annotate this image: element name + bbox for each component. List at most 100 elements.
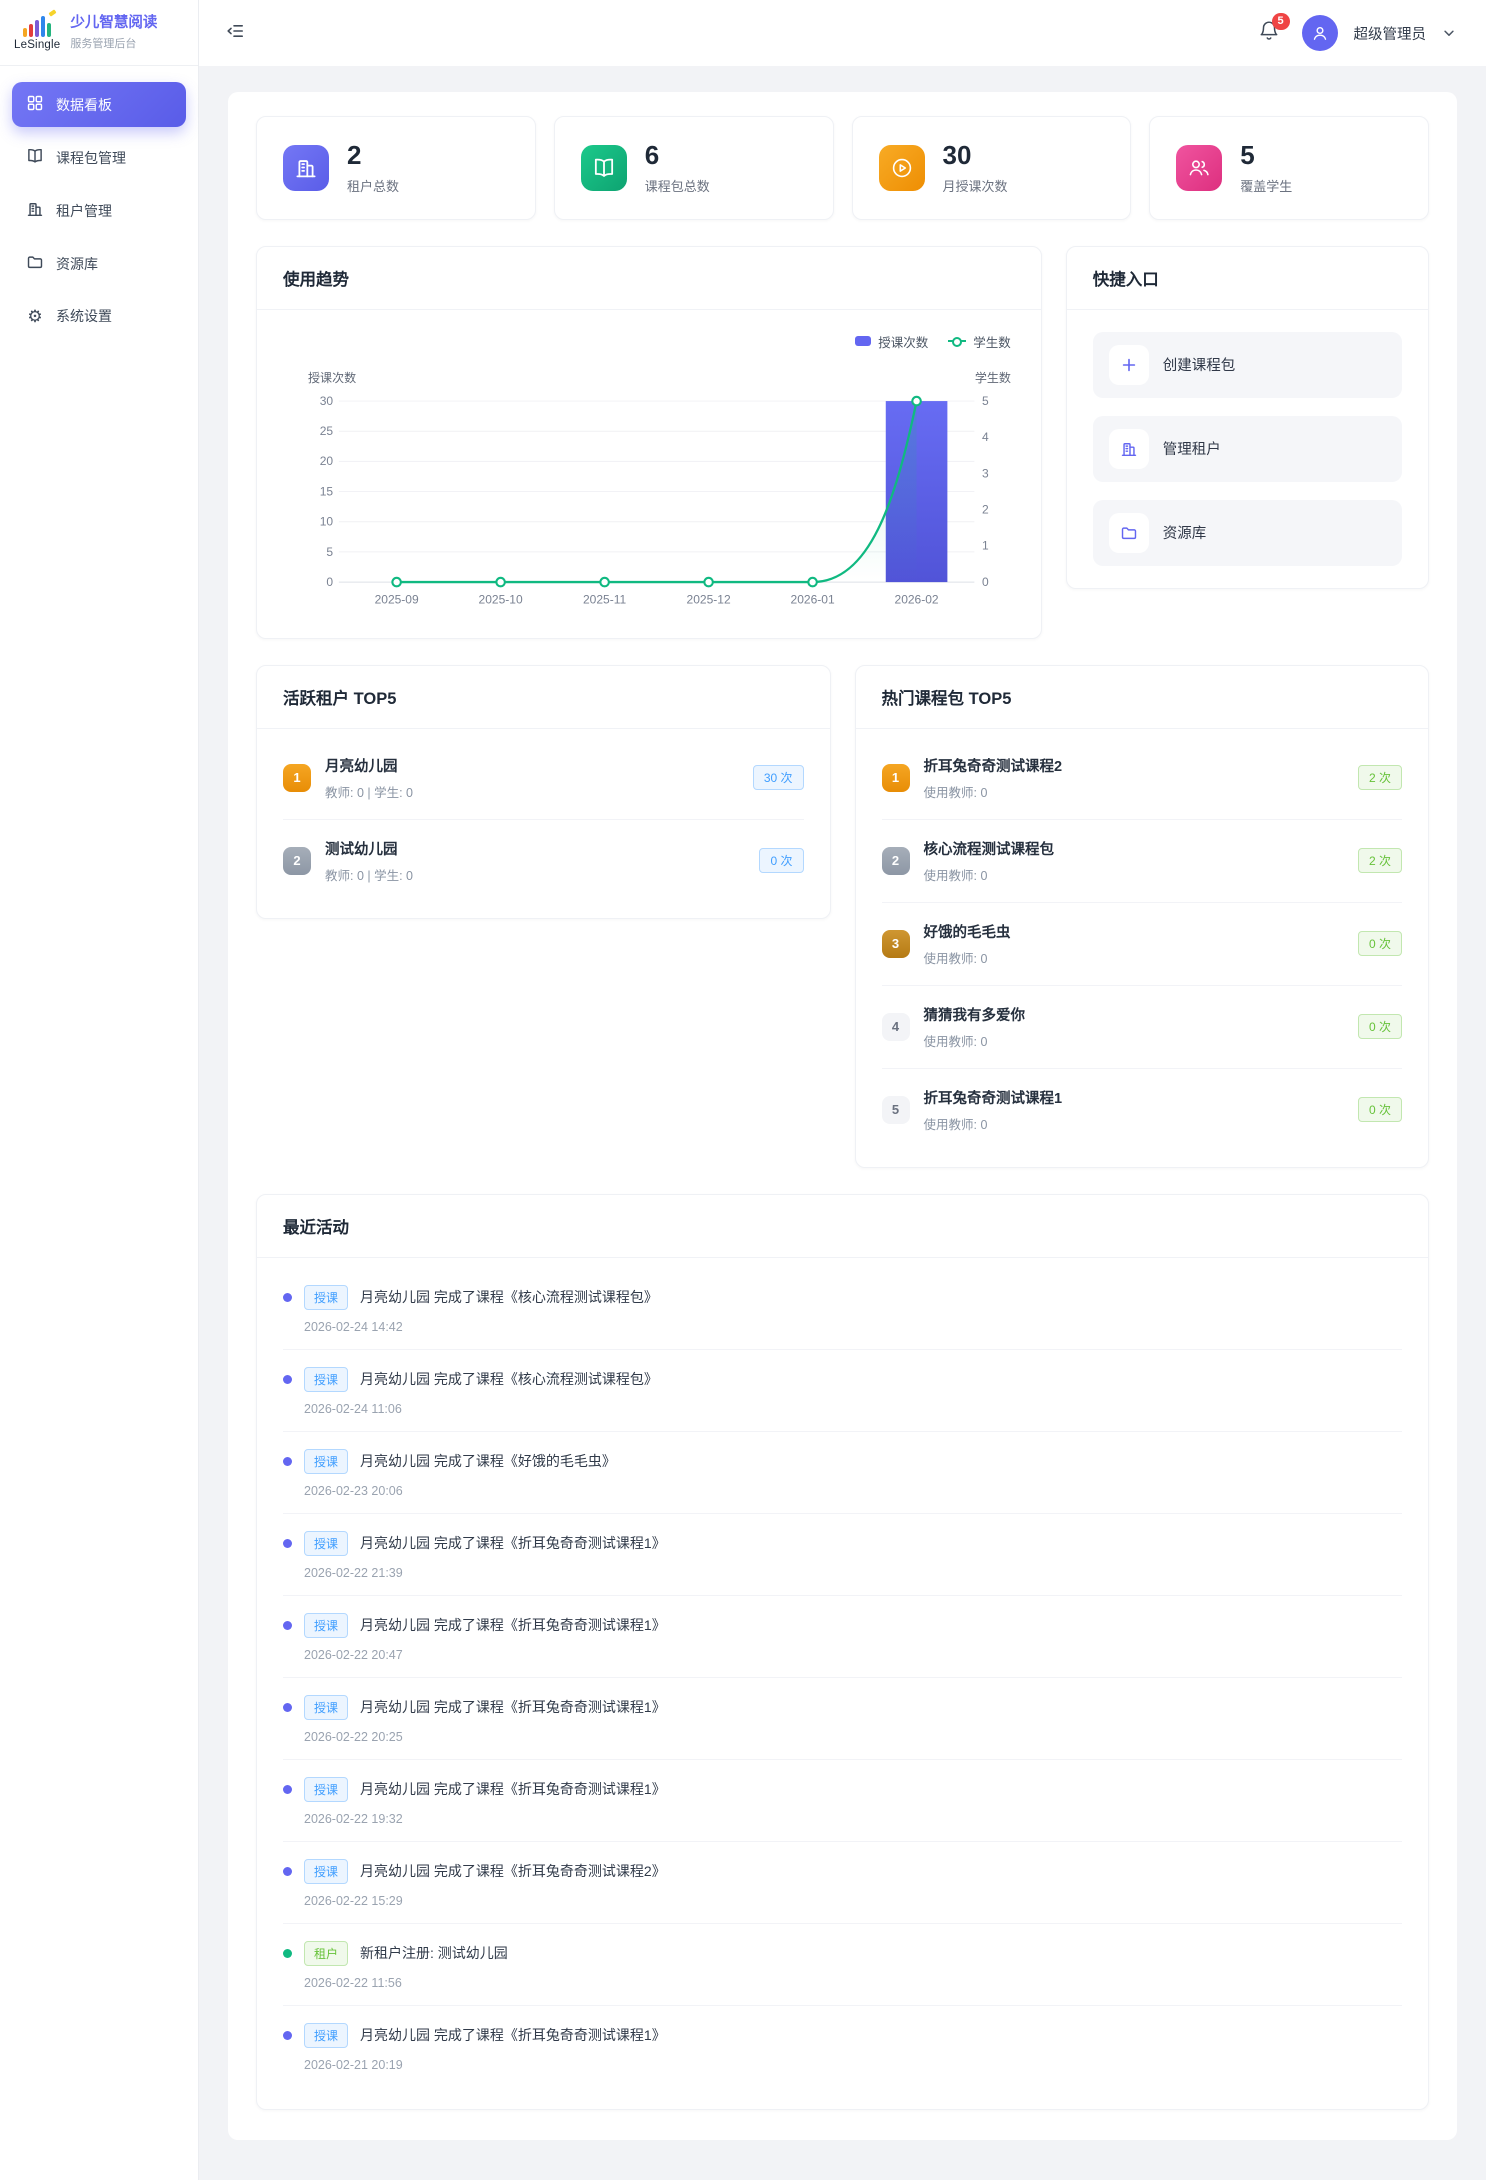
tenant-rank-row[interactable]: 2 测试幼儿园 教师: 0 | 学生: 0 0 次 — [283, 820, 804, 902]
activity-dot — [283, 1703, 292, 1712]
activity-item[interactable]: 租户 新租户注册: 测试幼儿园 2026-02-22 11:56 — [283, 1924, 1402, 2006]
activity-item[interactable]: 授课 月亮幼儿园 完成了课程《折耳兔奇奇测试课程1》 2026-02-21 20… — [283, 2006, 1402, 2087]
svg-text:25: 25 — [320, 424, 334, 438]
tenants-stat-icon — [283, 145, 329, 191]
brand-logo-icon: LeSingle — [14, 15, 60, 51]
svg-text:1: 1 — [982, 538, 989, 552]
activity-item[interactable]: 授课 月亮幼儿园 完成了课程《好饿的毛毛虫》 2026-02-23 20:06 — [283, 1432, 1402, 1514]
line-legend-swatch — [948, 336, 966, 346]
top5-row: 活跃租户 TOP5 1 月亮幼儿园 教师: 0 | 学生: 0 30 次 — [256, 665, 1429, 1168]
activity-time: 2026-02-22 15:29 — [304, 1894, 1402, 1908]
user-menu-toggle[interactable] — [1442, 26, 1456, 40]
activity-time: 2026-02-23 20:06 — [304, 1484, 1402, 1498]
activity-text: 月亮幼儿园 完成了课程《折耳兔奇奇测试课程1》 — [360, 2025, 666, 2045]
svg-text:2025-09: 2025-09 — [375, 592, 419, 606]
svg-text:15: 15 — [320, 484, 334, 498]
activity-text: 月亮幼儿园 完成了课程《折耳兔奇奇测试课程1》 — [360, 1615, 666, 1635]
notification-badge: 5 — [1272, 13, 1290, 30]
sidebar-item-settings[interactable]: ⚙ 系统设置 — [12, 294, 186, 338]
tenant-rank-row[interactable]: 1 月亮幼儿园 教师: 0 | 学生: 0 30 次 — [283, 737, 804, 820]
activity-dot — [283, 1375, 292, 1384]
gear-icon: ⚙ — [26, 308, 44, 325]
quick-item-resources[interactable]: 资源库 — [1093, 500, 1402, 566]
activity-tag: 租户 — [304, 1941, 348, 1966]
package-name: 核心流程测试课程包 — [924, 838, 1344, 859]
book-stat-icon — [581, 145, 627, 191]
tenant-meta: 教师: 0 | 学生: 0 — [325, 782, 739, 801]
chart-legend: 授课次数 学生数 — [283, 324, 1015, 351]
svg-text:20: 20 — [320, 454, 334, 468]
quick-item-create-package[interactable]: 创建课程包 — [1093, 332, 1402, 398]
activity-text: 月亮幼儿园 完成了课程《折耳兔奇奇测试课程2》 — [360, 1861, 666, 1881]
stat-card-students: 5 覆盖学生 — [1149, 116, 1429, 220]
activity-item[interactable]: 授课 月亮幼儿园 完成了课程《折耳兔奇奇测试课程1》 2026-02-22 19… — [283, 1760, 1402, 1842]
usage-count-badge: 2 次 — [1358, 848, 1402, 873]
sidebar-menu: 数据看板 课程包管理 租户管理 资源库 ⚙ 系统设置 — [0, 66, 198, 362]
legend-item-lessons[interactable]: 授课次数 — [855, 332, 928, 351]
package-meta: 使用教师: 0 — [924, 782, 1344, 801]
activity-text: 月亮幼儿园 完成了课程《折耳兔奇奇测试课程1》 — [360, 1697, 666, 1717]
notification-bell[interactable]: 5 — [1258, 20, 1280, 47]
svg-text:2026-02: 2026-02 — [895, 592, 939, 606]
activity-dot — [283, 2031, 292, 2040]
package-rank-row[interactable]: 5 折耳兔奇奇测试课程1 使用教师: 0 0 次 — [882, 1069, 1403, 1151]
svg-text:0: 0 — [982, 575, 989, 589]
sidebar-item-dashboard[interactable]: 数据看板 — [12, 82, 186, 127]
quick-item-manage-tenants[interactable]: 管理租户 — [1093, 416, 1402, 482]
activity-time: 2026-02-22 21:39 — [304, 1566, 1402, 1580]
activity-text: 月亮幼儿园 完成了课程《折耳兔奇奇测试课程1》 — [360, 1779, 666, 1799]
legend-item-students[interactable]: 学生数 — [948, 332, 1011, 351]
sidebar-item-label: 系统设置 — [56, 306, 112, 326]
svg-text:0: 0 — [326, 575, 333, 589]
usage-count-badge: 0 次 — [1358, 931, 1402, 956]
sidebar: LeSingle 少儿智慧阅读 服务管理后台 数据看板 课程包管理 租户管理 — [0, 0, 199, 2180]
recent-activity-title: 最近活动 — [257, 1195, 1428, 1258]
activity-time: 2026-02-22 11:56 — [304, 1976, 1402, 1990]
svg-text:4: 4 — [982, 430, 989, 444]
top-header: 5 超级管理员 — [199, 0, 1486, 66]
app-root: LeSingle 少儿智慧阅读 服务管理后台 数据看板 课程包管理 租户管理 — [0, 0, 1486, 2180]
stat-card-monthly-lessons: 30 月授课次数 — [852, 116, 1132, 220]
activity-dot — [283, 1293, 292, 1302]
activity-time: 2026-02-21 20:19 — [304, 2058, 1402, 2072]
package-rank-row[interactable]: 1 折耳兔奇奇测试课程2 使用教师: 0 2 次 — [882, 737, 1403, 820]
stat-label: 覆盖学生 — [1240, 176, 1292, 195]
building-icon — [26, 200, 44, 221]
stat-value: 6 — [645, 141, 710, 170]
activity-dot — [283, 1867, 292, 1876]
package-rank-row[interactable]: 4 猜猜我有多爱你 使用教师: 0 0 次 — [882, 986, 1403, 1069]
package-rank-row[interactable]: 3 好饿的毛毛虫 使用教师: 0 0 次 — [882, 903, 1403, 986]
activity-time: 2026-02-22 19:32 — [304, 1812, 1402, 1826]
tenant-name: 测试幼儿园 — [325, 838, 745, 859]
main-column: 5 超级管理员 — [199, 0, 1486, 2180]
rank-badge: 3 — [882, 930, 910, 958]
stat-value: 5 — [1240, 141, 1292, 170]
activity-item[interactable]: 授课 月亮幼儿园 完成了课程《折耳兔奇奇测试课程1》 2026-02-22 21… — [283, 1514, 1402, 1596]
package-rank-row[interactable]: 2 核心流程测试课程包 使用教师: 0 2 次 — [882, 820, 1403, 903]
logo: LeSingle 少儿智慧阅读 服务管理后台 — [0, 0, 198, 66]
rank-badge: 4 — [882, 1013, 910, 1041]
activity-item[interactable]: 授课 月亮幼儿园 完成了课程《折耳兔奇奇测试课程2》 2026-02-22 15… — [283, 1842, 1402, 1924]
activity-tag: 授课 — [304, 1859, 348, 1884]
app-title: 少儿智慧阅读 — [70, 14, 157, 32]
activity-tag: 授课 — [304, 2023, 348, 2048]
rank-badge: 2 — [882, 847, 910, 875]
sidebar-collapse-button[interactable] — [225, 21, 245, 46]
sidebar-item-resources[interactable]: 资源库 — [12, 241, 186, 286]
package-meta: 使用教师: 0 — [924, 1031, 1344, 1050]
sidebar-item-label: 数据看板 — [56, 95, 112, 115]
activity-tag: 授课 — [304, 1367, 348, 1392]
dashboard-icon — [26, 94, 44, 115]
activity-item[interactable]: 授课 月亮幼儿园 完成了课程《折耳兔奇奇测试课程1》 2026-02-22 20… — [283, 1678, 1402, 1760]
activity-item[interactable]: 授课 月亮幼儿园 完成了课程《折耳兔奇奇测试课程1》 2026-02-22 20… — [283, 1596, 1402, 1678]
sidebar-item-tenants[interactable]: 租户管理 — [12, 188, 186, 233]
avatar[interactable] — [1302, 15, 1338, 51]
sidebar-item-course-packages[interactable]: 课程包管理 — [12, 135, 186, 180]
svg-text:10: 10 — [320, 514, 334, 528]
activity-dot — [283, 1785, 292, 1794]
sidebar-item-label: 资源库 — [56, 254, 98, 274]
usage-count-badge: 0 次 — [1358, 1014, 1402, 1039]
activity-item[interactable]: 授课 月亮幼儿园 完成了课程《核心流程测试课程包》 2026-02-24 11:… — [283, 1350, 1402, 1432]
tenant-meta: 教师: 0 | 学生: 0 — [325, 865, 745, 884]
activity-item[interactable]: 授课 月亮幼儿园 完成了课程《核心流程测试课程包》 2026-02-24 14:… — [283, 1268, 1402, 1350]
